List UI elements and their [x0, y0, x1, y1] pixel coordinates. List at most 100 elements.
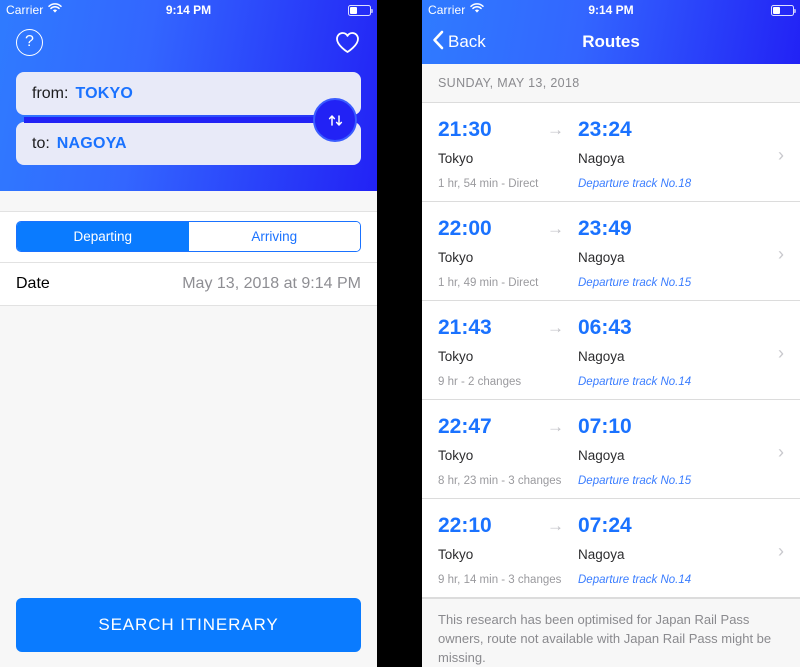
chevron-right-icon: › [778, 442, 784, 462]
origin-station: Tokyo [438, 448, 474, 463]
route-duration: 9 hr - 2 changes [438, 376, 522, 388]
arrow-right-icon: → [547, 417, 564, 436]
search-screen-toolbar: ? [0, 20, 377, 64]
route-stations: Tokyo Nagoya [438, 439, 784, 463]
search-screen-body [0, 306, 377, 584]
table-row[interactable]: 22:47 → 07:10 Tokyo Nagoya 8 hr, 23 min … [422, 400, 800, 499]
route-stations: Tokyo Nagoya [438, 340, 784, 364]
status-bar-right: Carrier 9:14 PM [422, 0, 800, 20]
arrive-time: 07:10 [578, 415, 632, 438]
status-bar-left: Carrier 9:14 PM [0, 0, 377, 20]
departure-track: Departure track No.14 [578, 376, 692, 388]
heart-icon[interactable] [333, 28, 361, 56]
route-times: 21:43 → 06:43 [438, 301, 784, 340]
arrow-right-icon: → [547, 516, 564, 535]
departure-track: Departure track No.18 [578, 178, 692, 190]
route-times: 22:47 → 07:10 [438, 400, 784, 439]
route-times: 22:10 → 07:24 [438, 499, 784, 538]
header-gap [0, 191, 377, 212]
route-duration: 8 hr, 23 min - 3 changes [438, 475, 562, 487]
origin-station: Tokyo [438, 151, 474, 166]
chevron-right-icon: › [778, 541, 784, 561]
arrow-right-icon: → [547, 219, 564, 238]
route-stations: Tokyo Nagoya [438, 241, 784, 265]
routes-list: 21:30 → 23:24 Tokyo Nagoya 1 hr, 54 min … [422, 103, 800, 598]
depart-time: 21:30 [438, 118, 492, 141]
destination-station: Nagoya [578, 250, 625, 265]
arrive-time: 07:24 [578, 514, 632, 537]
table-row[interactable]: 22:10 → 07:24 Tokyo Nagoya 9 hr, 14 min … [422, 499, 800, 598]
to-field-label: to: [32, 134, 50, 152]
table-row[interactable]: 22:00 → 23:49 Tokyo Nagoya 1 hr, 49 min … [422, 202, 800, 301]
table-row[interactable]: 21:43 → 06:43 Tokyo Nagoya 9 hr - 2 chan… [422, 301, 800, 400]
origin-station: Tokyo [438, 250, 474, 265]
route-times: 22:00 → 23:49 [438, 202, 784, 241]
routes-screen: Carrier 9:14 PM Back Routes SUNDAY, MAY … [422, 0, 800, 667]
status-bar-left-group: Carrier [6, 3, 63, 17]
from-field-label: from: [32, 84, 69, 102]
depart-time: 22:47 [438, 415, 492, 438]
back-button-label: Back [448, 32, 486, 51]
route-fields: from: TOKYO to: NAGOYA [16, 72, 361, 165]
date-row-value: May 13, 2018 at 9:14 PM [182, 275, 361, 292]
search-button-wrap: SEARCH ITINERARY [0, 584, 377, 667]
route-meta: 9 hr - 2 changes Departure track No.14 [438, 364, 784, 388]
japan-rail-pass-note: This research has been optimised for Jap… [422, 598, 800, 667]
search-itinerary-button[interactable]: SEARCH ITINERARY [16, 598, 361, 652]
arrow-right-icon: → [547, 318, 564, 337]
depart-time: 21:43 [438, 316, 492, 339]
from-field-value: TOKYO [75, 84, 134, 102]
to-field[interactable]: to: NAGOYA [16, 122, 361, 165]
chevron-left-icon [432, 30, 444, 55]
chevron-right-icon: › [778, 244, 784, 264]
table-row[interactable]: 21:30 → 23:24 Tokyo Nagoya 1 hr, 54 min … [422, 103, 800, 202]
tab-departing[interactable]: Departing [17, 222, 189, 251]
origin-station: Tokyo [438, 349, 474, 364]
route-meta: 1 hr, 54 min - Direct Departure track No… [438, 166, 784, 190]
chevron-right-icon: › [778, 145, 784, 165]
destination-station: Nagoya [578, 448, 625, 463]
carrier-label: Carrier [428, 3, 466, 17]
wifi-icon [470, 3, 485, 17]
wifi-icon [48, 3, 63, 17]
date-row-label: Date [16, 275, 50, 292]
battery-icon [771, 4, 796, 16]
departure-track: Departure track No.15 [578, 277, 692, 289]
dual-screenshot-container: Carrier 9:14 PM ? from: TOKYO to: NAGOYA… [0, 0, 800, 667]
route-duration: 1 hr, 49 min - Direct [438, 277, 539, 289]
route-times: 21:30 → 23:24 [438, 103, 784, 142]
arrive-time: 23:24 [578, 118, 632, 141]
departure-track: Departure track No.15 [578, 475, 692, 487]
route-duration: 1 hr, 54 min - Direct [438, 178, 539, 190]
arrive-time: 23:49 [578, 217, 632, 240]
swap-stations-button[interactable] [313, 98, 357, 142]
route-stations: Tokyo Nagoya [438, 538, 784, 562]
to-field-value: NAGOYA [56, 134, 127, 152]
search-screen: Carrier 9:14 PM ? from: TOKYO to: NAGOYA… [0, 0, 377, 667]
direction-segmented-wrap: Departing Arriving [0, 212, 377, 262]
route-meta: 1 hr, 49 min - Direct Departure track No… [438, 265, 784, 289]
origin-station: Tokyo [438, 547, 474, 562]
navigation-bar: Back Routes [422, 20, 800, 64]
tab-arriving[interactable]: Arriving [188, 222, 360, 251]
from-field[interactable]: from: TOKYO [16, 72, 361, 115]
back-button[interactable]: Back [432, 30, 486, 55]
date-row[interactable]: Date May 13, 2018 at 9:14 PM [0, 262, 377, 306]
chevron-right-icon: › [778, 343, 784, 363]
depart-time: 22:00 [438, 217, 492, 240]
arrow-right-icon: → [547, 120, 564, 139]
route-meta: 8 hr, 23 min - 3 changes Departure track… [438, 463, 784, 487]
direction-segmented-control: Departing Arriving [16, 221, 361, 252]
status-bar-right-group [771, 4, 796, 16]
depart-time: 22:10 [438, 514, 492, 537]
search-screen-header: Carrier 9:14 PM ? from: TOKYO to: NAGOYA [0, 0, 377, 191]
departure-track: Departure track No.14 [578, 574, 692, 586]
status-bar-right-group [348, 4, 373, 16]
route-duration: 9 hr, 14 min - 3 changes [438, 574, 562, 586]
battery-icon [348, 4, 373, 16]
route-stations: Tokyo Nagoya [438, 142, 784, 166]
help-button[interactable]: ? [16, 28, 43, 56]
carrier-label: Carrier [6, 3, 44, 17]
destination-station: Nagoya [578, 151, 625, 166]
routes-screen-header: Carrier 9:14 PM Back Routes [422, 0, 800, 64]
